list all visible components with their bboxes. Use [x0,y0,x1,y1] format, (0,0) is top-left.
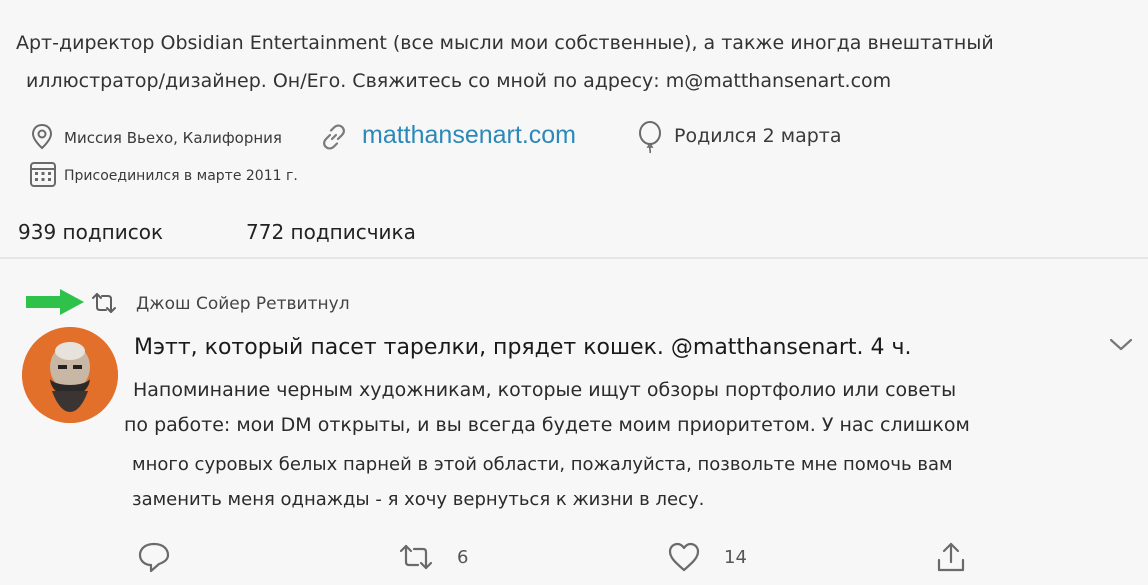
avatar[interactable] [22,327,118,423]
calendar-icon [29,160,57,192]
balloon-icon [636,120,664,158]
profile-bio-line-2: иллюстратор/дизайнер. Он/Его. Свяжитесь … [26,70,892,92]
like-count: 14 [724,547,747,568]
share-icon[interactable] [934,540,968,578]
green-arrow-icon [24,287,88,321]
retweet-action-icon[interactable] [398,543,434,575]
tweet-author-line[interactable]: Мэтт, который пасет тарелки, прядет коше… [134,335,911,360]
profile-location: Миссия Вьехо, Калифорния [64,129,282,147]
profile-birthday: Родился 2 марта [674,125,842,147]
chevron-down-icon[interactable] [1108,336,1134,358]
like-icon[interactable] [667,541,701,577]
tweet-body-line-3: много суровых белых парней в этой област… [132,454,953,475]
tweet-body-line-1: Напоминание черным художникам, которые и… [133,379,957,401]
profile-divider [0,257,1148,259]
tweet-body-line-2: по работе: мои DM открыты, и вы всегда б… [124,414,970,436]
retweeted-by-label: Джош Сойер Ретвитнул [136,294,350,314]
retweet-count: 6 [457,547,469,568]
profile-bio-line-1: Арт-директор Obsidian Entertainment (все… [16,32,994,54]
reply-icon[interactable] [136,540,172,578]
location-icon [30,123,54,155]
followers-count-link[interactable]: 772 подписчика [246,220,416,244]
retweet-icon [90,292,118,318]
tweet-body-line-4: заменить меня однажды - я хочу вернуться… [132,489,705,510]
link-icon [318,121,350,157]
profile-joined-date: Присоединился в марте 2011 г. [64,168,298,184]
following-count-link[interactable]: 939 подписок [18,220,163,244]
profile-website-link[interactable]: matthansenart.com [362,121,576,150]
